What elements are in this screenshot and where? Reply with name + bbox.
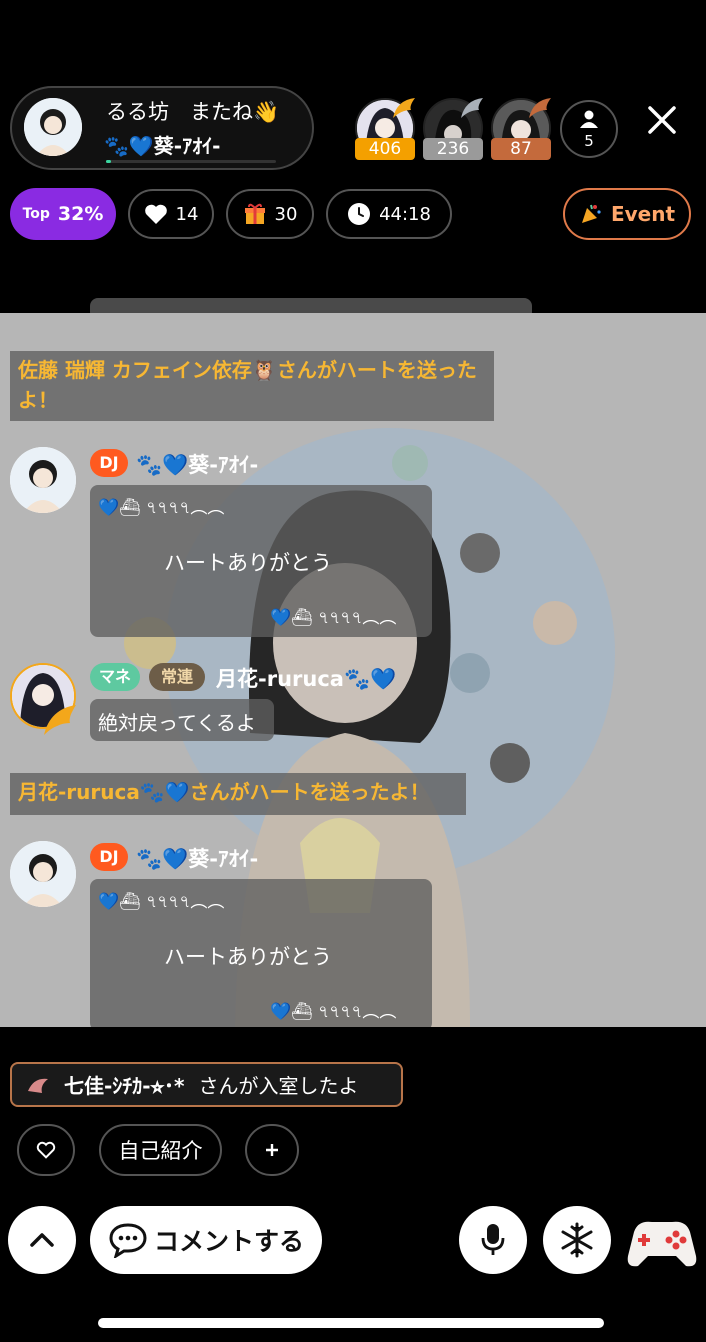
gifts-count: 30 [274, 203, 298, 225]
top-label: Top [22, 206, 50, 222]
heart-icon [144, 204, 167, 224]
chat-message-text: 絶対戻ってくるよ [98, 711, 256, 735]
party-icon [581, 204, 601, 223]
entry-suffix: さんが入室したよ [198, 1074, 359, 1098]
chat-message-bubble: 💙⛴ ৭৭৭৭︵︵ ハートありがとう 💙⛴ ৭৭৭৭︵︵ [90, 879, 432, 1027]
comment-button[interactable]: コメントする [90, 1206, 322, 1274]
timer-pill: 44:18 [326, 189, 452, 239]
plus-icon [266, 1144, 278, 1156]
dj-badge: DJ [90, 843, 128, 871]
chat-message-bubble: 💙⛴ ৭৭৭৭︵︵ ハートありがとう 💙⛴ ৭৭৭৭︵︵ [90, 485, 432, 637]
send-heart-button[interactable] [17, 1124, 75, 1176]
chat-message-header-line: 💙⛴ ৭৭৭৭︵︵ [98, 498, 225, 518]
stream-video-area[interactable]: 佐藤 瑞輝 カフェイン依存🦉さんがハートを送ったよ！ DJ 🐾💙葵-ｱｵｲ- 💙… [0, 313, 706, 1027]
chat-message-footer-line: 💙⛴ ৭৭৭৭︵︵ [270, 1002, 397, 1022]
manager-badge: マネ [90, 663, 140, 691]
ranking-score-2: 236 [423, 138, 483, 160]
chat-avatar[interactable] [10, 841, 76, 907]
snowflake-icon [561, 1222, 593, 1258]
regular-badge: 常連 [149, 663, 205, 691]
host-card[interactable]: るる坊 またね👋 🐾💙葵-ｱｵｲ- [10, 86, 314, 170]
host-avatar[interactable] [24, 98, 82, 156]
mic-button[interactable] [459, 1206, 527, 1274]
clock-icon [348, 203, 371, 225]
person-icon [580, 110, 598, 128]
game-button[interactable] [626, 1212, 698, 1272]
hearts-count: 14 [175, 203, 199, 225]
bronze-wing-icon [527, 96, 553, 120]
hearts-count-pill[interactable]: 14 [128, 189, 214, 239]
event-button[interactable]: Event [563, 188, 691, 240]
entry-username: 七佳-ｼﾁｶ-⭐︎･* [64, 1074, 185, 1098]
entry-notification: 七佳-ｼﾁｶ-⭐︎･* さんが入室したよ [10, 1062, 403, 1107]
comment-label: コメントする [153, 1227, 304, 1256]
chat-message-bubble: 絶対戻ってくるよ [90, 699, 274, 741]
chat-username[interactable]: 月花-ruruca🐾💙 [216, 663, 396, 693]
host-title: るる坊 またね👋 [106, 100, 280, 124]
silver-wing-icon [459, 96, 485, 120]
comment-bubble-icon [109, 1223, 147, 1258]
self-intro-button[interactable]: 自己紹介 [99, 1124, 222, 1176]
expand-button[interactable] [8, 1206, 76, 1274]
game-controller-icon [627, 1221, 697, 1267]
close-button[interactable] [642, 100, 682, 140]
gift-icon [244, 203, 265, 224]
dj-badge: DJ [90, 449, 128, 477]
flower-icon [28, 1078, 48, 1093]
host-progress-fill [106, 160, 112, 163]
chat-message-text: ハートありがとう [164, 945, 332, 969]
ranking-score-3: 87 [491, 138, 551, 160]
host-progress-bar [106, 160, 276, 163]
chevron-up-icon [30, 1233, 54, 1247]
stream-time: 44:18 [379, 203, 431, 225]
top-value: 32% [57, 203, 104, 225]
gifts-count-pill[interactable]: 30 [226, 189, 314, 239]
event-label: Event [610, 202, 676, 226]
chat-username[interactable]: 🐾💙葵-ｱｵｲ- [136, 843, 258, 873]
chat-message-text: ハートありがとう [164, 551, 332, 575]
system-message-heart: 月花-ruruca🐾💙さんがハートを送ったよ！ [10, 773, 466, 815]
effects-button[interactable] [543, 1206, 611, 1274]
close-icon [648, 106, 676, 134]
chat-message-footer-line: 💙⛴ ৭৭৭৭︵︵ [270, 608, 397, 628]
viewer-count-button[interactable]: 5 [560, 100, 618, 158]
gold-wing-icon [42, 703, 78, 737]
ranking-score-1: 406 [355, 138, 415, 160]
viewer-count: 5 [584, 132, 594, 150]
home-indicator[interactable] [98, 1318, 604, 1328]
host-name: 🐾💙葵-ｱｵｲ- [104, 134, 221, 158]
chat-username[interactable]: 🐾💙葵-ｱｵｲ- [136, 449, 258, 479]
top-rank-badge[interactable]: Top 32% [10, 188, 116, 240]
mic-icon [481, 1224, 505, 1255]
chat-message-header-line: 💙⛴ ৭৭৭৭︵︵ [98, 892, 225, 912]
gold-wing-icon [391, 96, 417, 120]
add-quick-reply-button[interactable] [245, 1124, 299, 1176]
chat-avatar[interactable] [10, 447, 76, 513]
system-message-heart: 佐藤 瑞輝 カフェイン依存🦉さんがハートを送ったよ！ [10, 351, 494, 421]
heart-outline-icon [36, 1141, 56, 1159]
